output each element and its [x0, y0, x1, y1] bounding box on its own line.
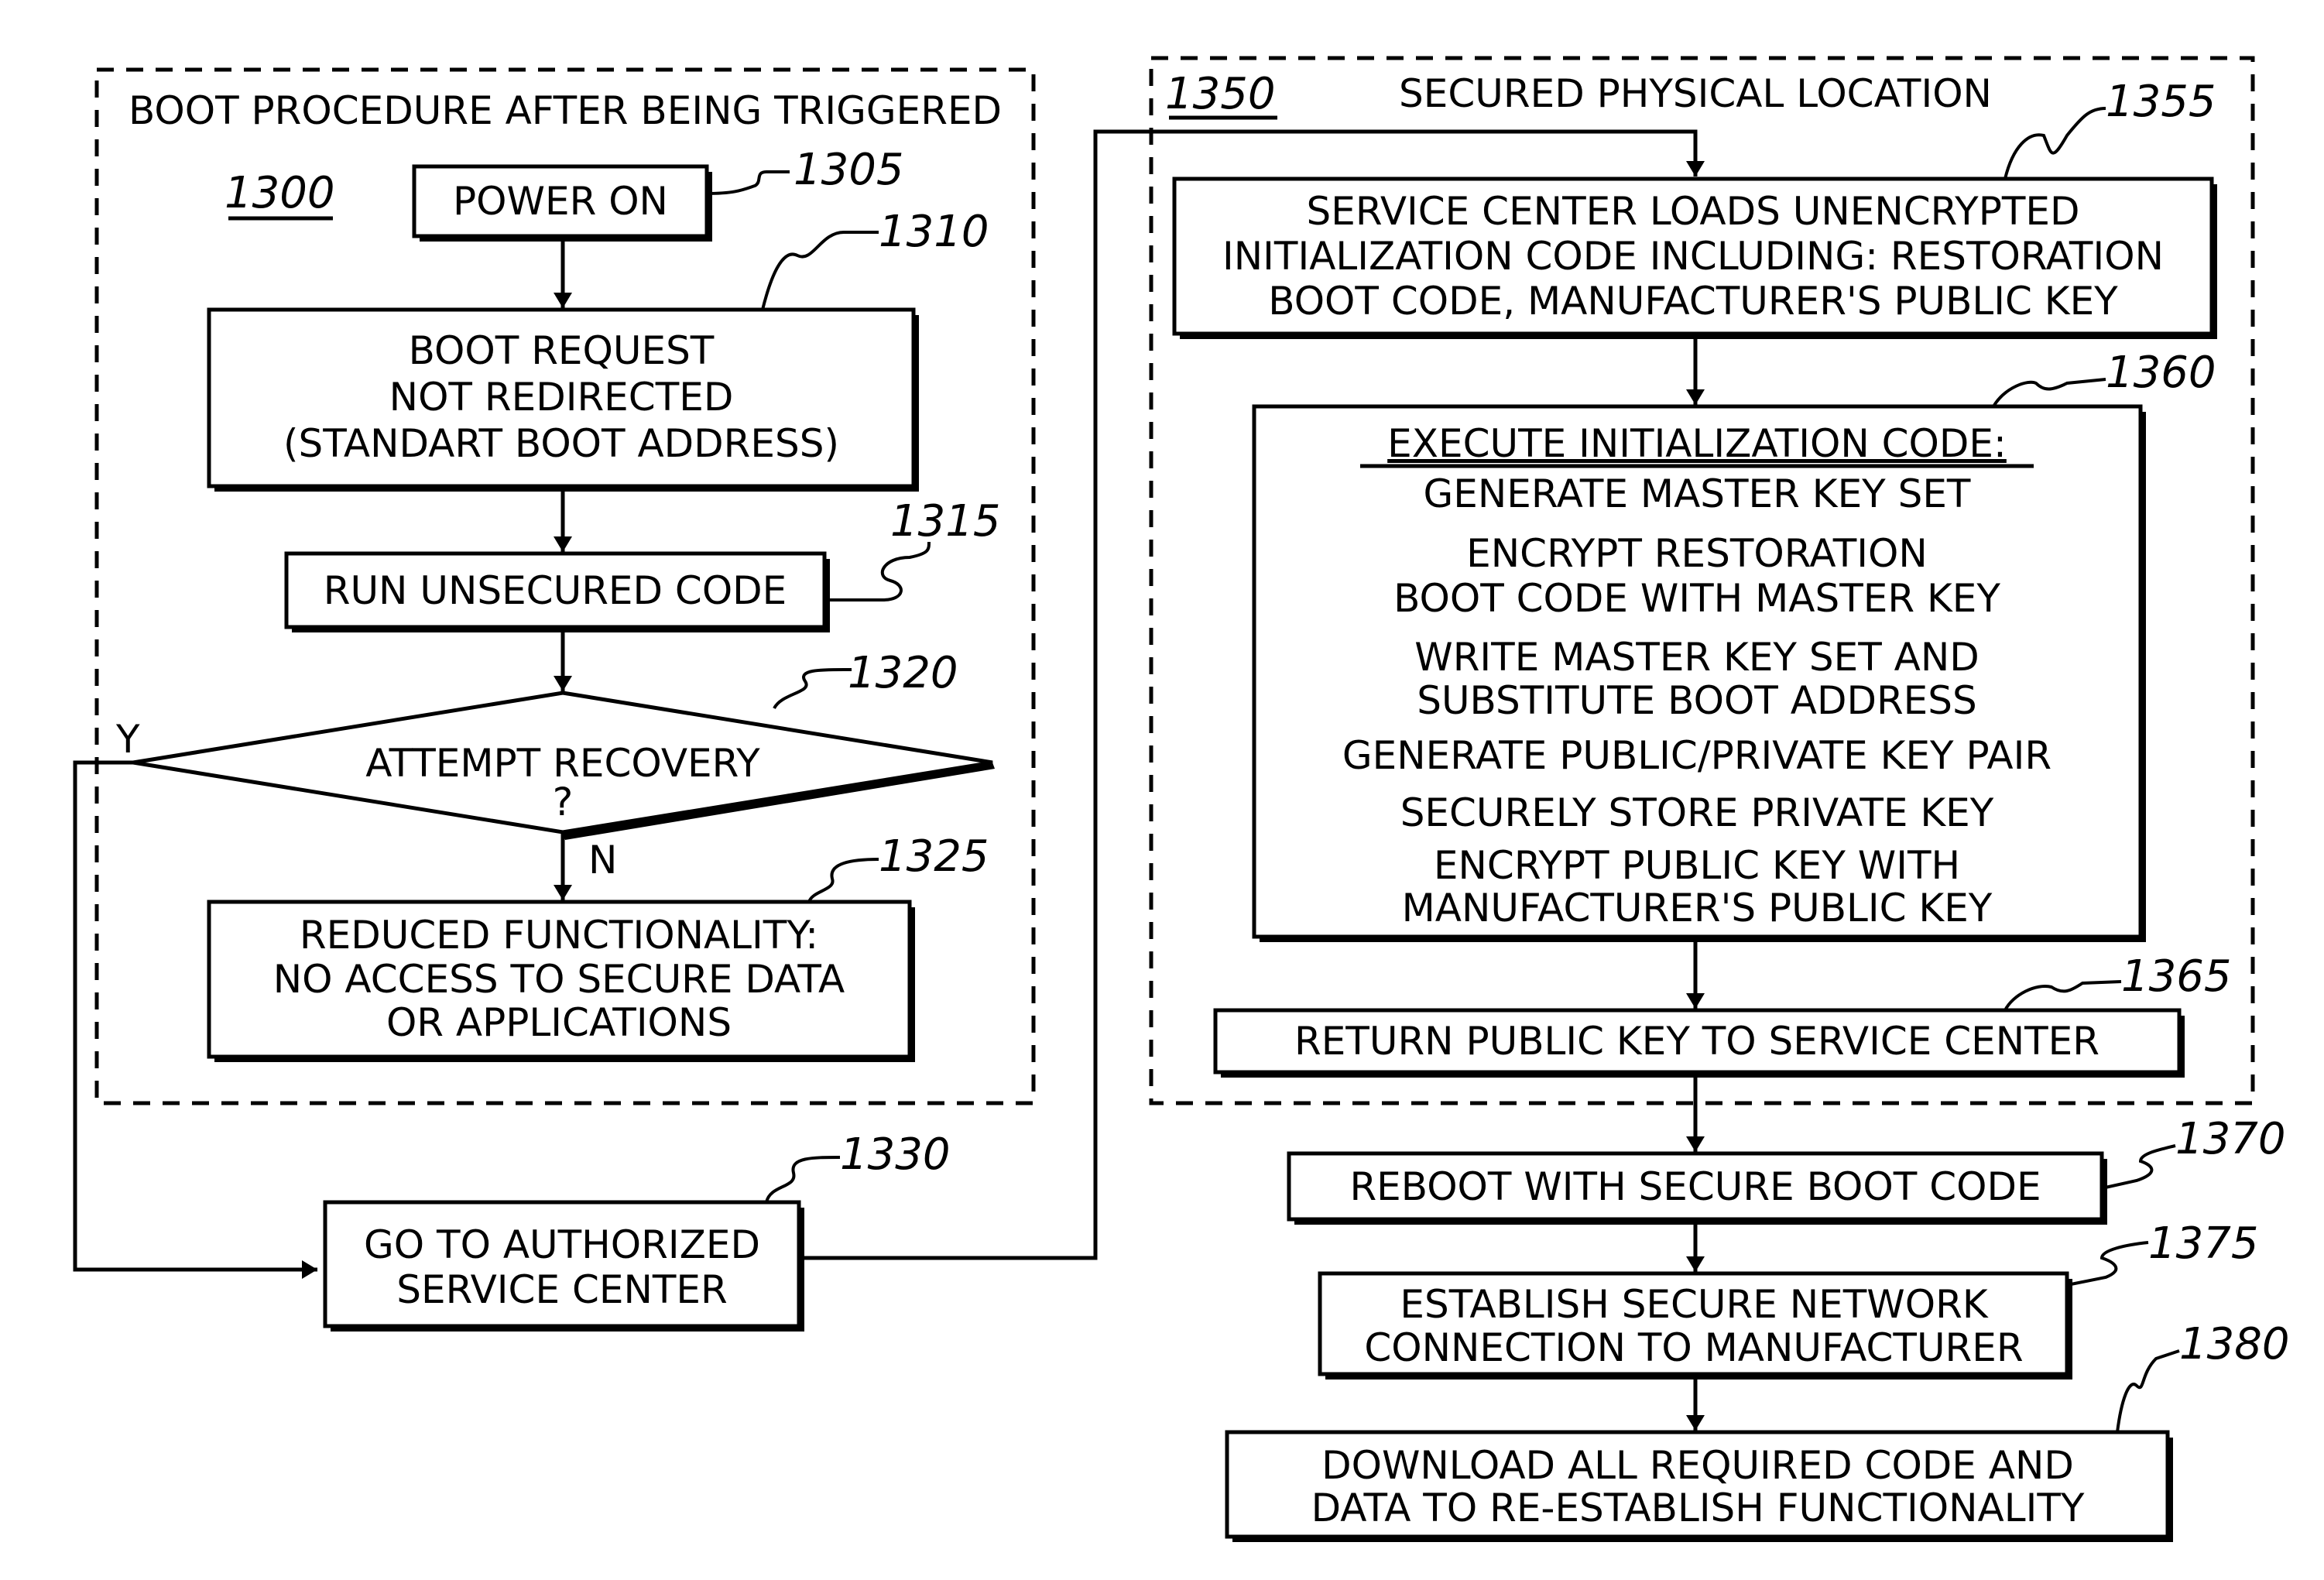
- step-1370-label: REBOOT WITH SECURE BOOT CODE: [1349, 1164, 2041, 1209]
- step-1325-line-1: REDUCED FUNCTIONALITY:: [300, 913, 818, 958]
- step-1375-line-2: CONNECTION TO MANUFACTURER: [1364, 1325, 2023, 1370]
- step-1380-ref: 1380: [2179, 1319, 2290, 1369]
- step-1330-go-to-service-center: GO TO AUTHORIZED SERVICE CENTER: [323, 1200, 804, 1332]
- step-1315-leader: [824, 541, 931, 601]
- step-1380-line-2: DATA TO RE-ESTABLISH FUNCTIONALITY: [1311, 1486, 2085, 1530]
- step-1365-return-public-key: RETURN PUBLIC KEY TO SERVICE CENTER: [1213, 1008, 2185, 1078]
- step-1355-ref: 1355: [2106, 77, 2216, 127]
- step-1375-ref: 1375: [2148, 1218, 2259, 1269]
- step-1355-line-1: SERVICE CENTER LOADS UNENCRYPTED: [1306, 189, 2079, 234]
- step-1315-ref: 1315: [890, 496, 1001, 547]
- step-1315-label: RUN UNSECURED CODE: [324, 568, 787, 613]
- step-1370-reboot-secure: REBOOT WITH SECURE BOOT CODE: [1287, 1151, 2107, 1225]
- step-1310-ref: 1310: [879, 207, 989, 257]
- step-1325-line-3: OR APPLICATIONS: [386, 1000, 732, 1045]
- step-1370-ref: 1370: [2175, 1114, 2286, 1164]
- step-1360-line-8: ENCRYPT PUBLIC KEY WITH: [1434, 843, 1960, 888]
- step-1355-line-2: INITIALIZATION CODE INCLUDING: RESTORATI…: [1222, 234, 2164, 279]
- step-1360-line-6: GENERATE PUBLIC/PRIVATE KEY PAIR: [1342, 733, 2051, 778]
- step-1320-question-mark: ?: [553, 780, 574, 824]
- step-1360-line-9: MANUFACTURER'S PUBLIC KEY: [1402, 886, 1993, 931]
- step-1325-reduced-functionality: REDUCED FUNCTIONALITY: NO ACCESS TO SECU…: [207, 900, 915, 1062]
- step-1325-line-2: NO ACCESS TO SECURE DATA: [273, 957, 845, 1002]
- step-1360-ref: 1360: [2106, 348, 2216, 398]
- step-1305-power-on: POWER ON: [412, 164, 712, 242]
- step-1330-line-1: GO TO AUTHORIZED: [364, 1222, 760, 1267]
- step-1310-line-3: (STANDART BOOT ADDRESS): [283, 421, 839, 466]
- secured-location-group-title: SECURED PHYSICAL LOCATION: [1399, 71, 1992, 116]
- step-1360-heading: EXECUTE INITIALIZATION CODE:: [1387, 421, 2007, 466]
- step-1375-establish-secure-connection: ESTABLISH SECURE NETWORK CONNECTION TO M…: [1318, 1271, 2072, 1380]
- step-1360-line-4: WRITE MASTER KEY SET AND: [1414, 635, 1980, 680]
- step-1365-label: RETURN PUBLIC KEY TO SERVICE CENTER: [1294, 1019, 2099, 1064]
- step-1320-leader: [773, 668, 852, 710]
- flowchart-canvas: BOOT PROCEDURE AFTER BEING TRIGGERED 130…: [73, 56, 2290, 1542]
- step-1375-leader: [2066, 1241, 2149, 1287]
- step-1305-leader: [706, 170, 790, 195]
- step-1360-line-7: SECURELY STORE PRIVATE KEY: [1400, 790, 1994, 835]
- step-1360-line-2: ENCRYPT RESTORATION: [1466, 531, 1928, 576]
- step-1325-ref: 1325: [879, 831, 989, 882]
- step-1380-line-1: DOWNLOAD ALL REQUIRED CODE AND: [1321, 1443, 2074, 1488]
- secured-location-group-ref: 1350: [1165, 69, 1276, 119]
- decision-no-label: N: [588, 838, 617, 883]
- step-1360-line-3: BOOT CODE WITH MASTER KEY: [1393, 576, 2000, 621]
- step-1310-line-2: NOT REDIRECTED: [389, 375, 734, 420]
- step-1315-run-unsecured-code: RUN UNSECURED CODE: [284, 551, 830, 632]
- step-1355-line-3: BOOT CODE, MANUFACTURER'S PUBLIC KEY: [1268, 279, 2118, 324]
- step-1330-ref: 1330: [840, 1129, 951, 1180]
- step-1310-boot-request: BOOT REQUEST NOT REDIRECTED (STANDART BO…: [207, 307, 919, 492]
- step-1360-line-5: SUBSTITUTE BOOT ADDRESS: [1417, 678, 1977, 723]
- boot-procedure-group-ref: 1300: [225, 168, 335, 218]
- step-1360-leader: [1992, 378, 2106, 408]
- step-1370-leader: [2101, 1144, 2176, 1190]
- step-1320-ref: 1320: [848, 648, 958, 698]
- step-1365-leader: [2004, 980, 2122, 1012]
- step-1360-line-1: GENERATE MASTER KEY SET: [1424, 471, 1971, 516]
- step-1365-ref: 1365: [2121, 951, 2232, 1002]
- step-1375-line-1: ESTABLISH SECURE NETWORK: [1400, 1282, 1988, 1327]
- step-1380-leader: [2116, 1349, 2180, 1433]
- step-1320-decision-attempt-recovery: ATTEMPT RECOVERY ?: [132, 691, 995, 840]
- step-1330-leader: [765, 1156, 841, 1203]
- step-1305-ref: 1305: [794, 145, 904, 195]
- step-1310-line-1: BOOT REQUEST: [409, 328, 715, 373]
- step-1355-leader: [2004, 107, 2106, 180]
- boot-procedure-group-title: BOOT PROCEDURE AFTER BEING TRIGGERED: [129, 88, 1002, 133]
- step-1310-leader: [761, 231, 879, 310]
- step-1330-line-2: SERVICE CENTER: [396, 1267, 727, 1312]
- step-1355-service-center-loads: SERVICE CENTER LOADS UNENCRYPTED INITIAL…: [1172, 177, 2217, 339]
- decision-yes-label: Y: [115, 717, 140, 762]
- step-1380-download-required-code: DOWNLOAD ALL REQUIRED CODE AND DATA TO R…: [1225, 1430, 2173, 1542]
- step-1305-label: POWER ON: [453, 179, 668, 224]
- step-1325-leader: [807, 858, 879, 903]
- step-1360-execute-initialization-code: EXECUTE INITIALIZATION CODE: GENERATE MA…: [1252, 404, 2146, 942]
